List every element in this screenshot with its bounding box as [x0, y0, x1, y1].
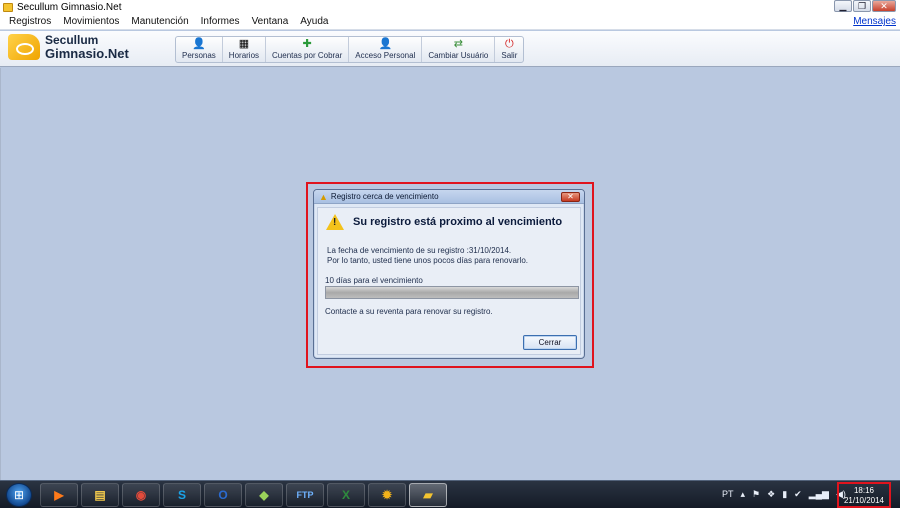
- switch-user-icon: ⇄: [453, 38, 463, 50]
- progress-fill: [326, 287, 578, 298]
- horarios-label: Horarios: [228, 51, 260, 60]
- chrome-icon[interactable]: ◉: [122, 483, 160, 507]
- skype-icon[interactable]: S: [163, 483, 201, 507]
- main-toolbar: Secullum Gimnasio.Net 👤 Personas ▦ Horar…: [0, 31, 900, 67]
- toolbar-buttons: 👤 Personas ▦ Horarios ✚ Cuentas por Cobr…: [175, 36, 525, 63]
- menu-manutencion[interactable]: Manutención: [125, 16, 194, 27]
- contact-text: Contacte a su reventa para renovar su re…: [325, 307, 493, 316]
- taskbar: ⊞ ▶ ▤ ◉ S O ◆ FTP X ✹ ▰ PT ▴ ⚑ ❖ ▮ ✔ ▂▄▆ ◀) 18:16…: [0, 480, 900, 508]
- expiration-dialog: ▲ Registro cerca de vencimiento ✕ ! Su r…: [313, 189, 585, 359]
- salir-button[interactable]: ⏻ Salir: [495, 37, 523, 62]
- person-access-icon: 👤: [378, 38, 393, 50]
- minimize-button[interactable]: ▁: [834, 0, 852, 12]
- clock-date: 21/10/2014: [843, 496, 885, 505]
- window-title: Secullum Gimnasio.Net: [17, 1, 122, 13]
- brand: Secullum Gimnasio.Net: [8, 34, 129, 60]
- start-button[interactable]: ⊞: [6, 483, 32, 507]
- acceso-personal-button[interactable]: 👤 Acceso Personal: [349, 37, 423, 62]
- dialog-titlebar: ▲ Registro cerca de vencimiento: [314, 190, 584, 204]
- cerrar-button[interactable]: Cerrar: [523, 335, 577, 350]
- calendar-icon: ▦: [238, 38, 250, 50]
- personas-label: Personas: [182, 51, 216, 60]
- warning-icon: !: [326, 214, 344, 230]
- gimnasio-app-icon[interactable]: ▰: [409, 483, 447, 507]
- window-controls: ▁ ❐ ✕: [834, 0, 896, 12]
- menu-bar: Registros Movimientos Manutención Inform…: [0, 14, 900, 30]
- show-hidden-icons-icon[interactable]: ▴: [741, 487, 746, 501]
- dialog-heading: Su registro está proximo al vencimiento: [353, 216, 563, 228]
- cuentas-por-cobrar-button[interactable]: ✚ Cuentas por Cobrar: [266, 37, 350, 62]
- people-icon: 👤: [192, 38, 206, 50]
- media-player-icon[interactable]: ▶: [40, 483, 78, 507]
- taskbar-apps: ▶ ▤ ◉ S O ◆ FTP X ✹ ▰: [40, 483, 447, 507]
- close-window-button[interactable]: ✕: [872, 0, 896, 12]
- money-add-icon: ✚: [302, 38, 312, 50]
- menu-registros[interactable]: Registros: [0, 16, 57, 27]
- clock-time: 18:16: [853, 486, 875, 495]
- salir-label: Salir: [501, 51, 518, 60]
- cuentas-label: Cuentas por Cobrar: [272, 51, 343, 60]
- exit-icon: ⏻: [505, 38, 514, 50]
- cambiar-label: Cambiar Usuário: [428, 51, 489, 60]
- dialog-body: ! Su registro está proximo al vencimient…: [317, 207, 581, 355]
- system-tray: PT ▴ ⚑ ❖ ▮ ✔ ▂▄▆ ◀): [722, 487, 846, 501]
- horarios-button[interactable]: ▦ Horarios: [223, 37, 267, 62]
- menu-ayuda[interactable]: Ayuda: [294, 16, 334, 27]
- clock[interactable]: 18:16 21/10/2014: [837, 482, 891, 508]
- message-line-1: La fecha de vencimiento de su registro :…: [327, 246, 512, 255]
- excel-icon[interactable]: X: [327, 483, 365, 507]
- acceso-label: Acceso Personal: [355, 51, 416, 60]
- days-remaining-text: 10 días para el vencimiento: [325, 276, 423, 285]
- menu-ventana[interactable]: Ventana: [246, 16, 295, 27]
- brand-product: Gimnasio.Net: [45, 46, 129, 61]
- device-icon[interactable]: ▮: [782, 487, 787, 501]
- dialog-title: Registro cerca de vencimiento: [330, 192, 439, 201]
- warning-small-icon: ▲: [319, 191, 328, 202]
- window-titlebar: Secullum Gimnasio.Net ▁ ❐ ✕: [0, 0, 900, 14]
- dropbox-icon[interactable]: ❖: [767, 487, 775, 501]
- maximize-button[interactable]: ❐: [853, 0, 871, 12]
- personas-button[interactable]: 👤 Personas: [176, 37, 223, 62]
- message-line-2: Por lo tanto, usted tiene unos pocos día…: [327, 256, 529, 265]
- dialog-close-button[interactable]: ✕: [561, 192, 580, 202]
- menu-movimientos[interactable]: Movimientos: [57, 16, 125, 27]
- network-icon[interactable]: ▂▄▆: [809, 487, 829, 501]
- language-indicator[interactable]: PT: [722, 487, 734, 501]
- menu-informes[interactable]: Informes: [195, 16, 246, 27]
- gear-app-icon[interactable]: ✹: [368, 483, 406, 507]
- secullum-logo-icon: [8, 34, 40, 60]
- file-explorer-icon[interactable]: ▤: [81, 483, 119, 507]
- expiration-progress-bar: [325, 286, 579, 299]
- flag-icon[interactable]: ⚑: [752, 487, 760, 501]
- ftp-icon[interactable]: FTP: [286, 483, 324, 507]
- folder-app-icon[interactable]: ◆: [245, 483, 283, 507]
- checkmark-icon[interactable]: ✔: [794, 487, 802, 501]
- app-icon: [3, 2, 13, 12]
- mensajes-link[interactable]: Mensajes: [853, 16, 896, 27]
- cambiar-usuario-button[interactable]: ⇄ Cambiar Usuário: [422, 37, 496, 62]
- dialog-message: La fecha de vencimiento de su registro :…: [327, 246, 528, 266]
- outlook-icon[interactable]: O: [204, 483, 242, 507]
